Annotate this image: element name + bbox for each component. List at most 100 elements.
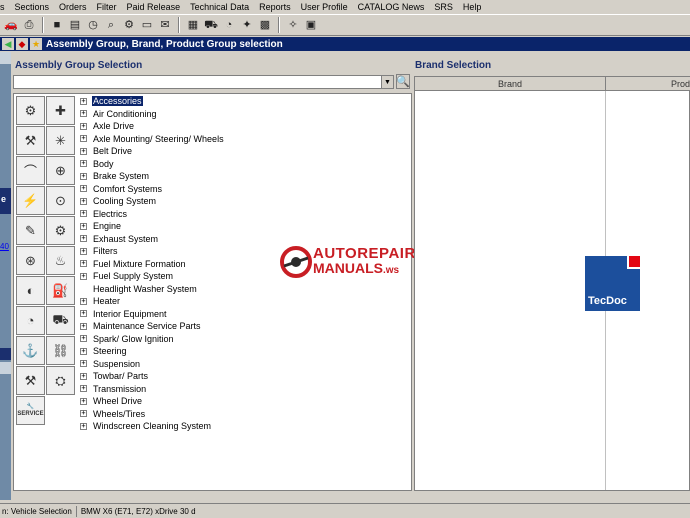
- tree-item-label[interactable]: Interior Equipment: [92, 309, 168, 319]
- expand-plus-icon[interactable]: +: [80, 235, 87, 243]
- menu-item-srs[interactable]: SRS: [429, 0, 458, 14]
- product-column-header[interactable]: Prod: [606, 77, 690, 91]
- tree-item-label[interactable]: Headlight Washer System: [92, 284, 198, 294]
- assembly-group-dropdown[interactable]: ▼: [13, 75, 394, 89]
- new-icon[interactable]: ▣: [303, 17, 319, 33]
- expand-plus-icon[interactable]: +: [80, 122, 87, 130]
- tree-item[interactable]: + Fuel Mixture Formation: [80, 258, 225, 271]
- expand-plus-icon[interactable]: +: [80, 197, 87, 205]
- search-doc-icon[interactable]: ⌕: [103, 17, 119, 33]
- expand-plus-icon[interactable]: +: [80, 160, 87, 168]
- expand-plus-icon[interactable]: +: [80, 135, 87, 143]
- expand-plus-icon[interactable]: +: [80, 372, 87, 380]
- expand-plus-icon[interactable]: +: [80, 360, 87, 368]
- tree-item-label[interactable]: Windscreen Cleaning System: [92, 421, 212, 431]
- tree-item[interactable]: + Axle Mounting/ Steering/ Wheels: [80, 133, 225, 146]
- tree-item-label[interactable]: Comfort Systems: [92, 184, 163, 194]
- expand-plus-icon[interactable]: +: [80, 422, 87, 430]
- tree-item-label[interactable]: Air Conditioning: [92, 109, 158, 119]
- assembly-group-icon-12[interactable]: ♨: [46, 246, 75, 275]
- service-group-icon[interactable]: 🔧 SERVICE: [16, 396, 45, 425]
- card-icon[interactable]: ▭: [139, 17, 155, 33]
- favorite-icon[interactable]: ★: [30, 38, 42, 50]
- tree-item-label[interactable]: Cooling System: [92, 196, 157, 206]
- assembly-group-icon-2[interactable]: ✚: [46, 96, 75, 125]
- menu-item-paid-release[interactable]: Paid Release: [122, 0, 186, 14]
- grid-icon[interactable]: ▩: [257, 17, 273, 33]
- tree-item-label[interactable]: Transmission: [92, 384, 147, 394]
- tree-item-label[interactable]: Accessories: [92, 96, 143, 107]
- expand-plus-icon[interactable]: +: [80, 385, 87, 393]
- star-icon[interactable]: ✧: [285, 17, 301, 33]
- tree-item-label[interactable]: Fuel Mixture Formation: [92, 259, 187, 269]
- tree-item[interactable]: + Heater: [80, 295, 225, 308]
- tree-item[interactable]: + Electrics: [80, 208, 225, 221]
- tree-item[interactable]: + Accessories: [80, 95, 225, 108]
- tree-item[interactable]: + Steering: [80, 345, 225, 358]
- assembly-group-icon-4[interactable]: ✳: [46, 126, 75, 155]
- tree-item[interactable]: + Axle Drive: [80, 120, 225, 133]
- tree-item-label[interactable]: Axle Drive: [92, 121, 135, 131]
- strip-link[interactable]: 40: [0, 242, 9, 251]
- tree-item[interactable]: + Suspension: [80, 358, 225, 371]
- tree-item-label[interactable]: Maintenance Service Parts: [92, 321, 202, 331]
- expand-plus-icon[interactable]: +: [80, 297, 87, 305]
- truck-icon[interactable]: ⛟: [203, 17, 219, 33]
- tree-item-label[interactable]: Electrics: [92, 209, 128, 219]
- assembly-group-icon-14[interactable]: ⛽: [46, 276, 75, 305]
- stop-icon[interactable]: ■: [49, 17, 65, 33]
- chart-icon[interactable]: ▦: [185, 17, 201, 33]
- tree-item[interactable]: + Belt Drive: [80, 145, 225, 158]
- expand-plus-icon[interactable]: +: [80, 335, 87, 343]
- assembly-group-icon-17[interactable]: ⚓: [16, 336, 45, 365]
- expand-plus-icon[interactable]: +: [80, 410, 87, 418]
- assembly-group-icon-10[interactable]: ⚙: [46, 216, 75, 245]
- tree-item[interactable]: + Brake System: [80, 170, 225, 183]
- expand-plus-icon[interactable]: +: [80, 210, 87, 218]
- tree-item-label[interactable]: Axle Mounting/ Steering/ Wheels: [92, 134, 225, 144]
- assembly-group-icon-20[interactable]: ⛭: [46, 366, 75, 395]
- expand-plus-icon[interactable]: +: [80, 110, 87, 118]
- tree-item[interactable]: + Fuel Supply System: [80, 270, 225, 283]
- tree-item[interactable]: + Exhaust System: [80, 233, 225, 246]
- menu-item-sections[interactable]: Sections: [10, 0, 55, 14]
- expand-plus-icon[interactable]: +: [80, 185, 87, 193]
- printer-icon[interactable]: ⎙: [21, 17, 37, 33]
- tree-item-label[interactable]: Body: [92, 159, 115, 169]
- tree-item-label[interactable]: Towbar/ Parts: [92, 371, 149, 381]
- expand-plus-icon[interactable]: +: [80, 260, 87, 268]
- mail-icon[interactable]: ✉: [157, 17, 173, 33]
- assembly-group-icon-13[interactable]: ◐: [16, 276, 45, 305]
- tree-item-label[interactable]: Fuel Supply System: [92, 271, 174, 281]
- tree-item-label[interactable]: Suspension: [92, 359, 141, 369]
- tree-item[interactable]: + Filters: [80, 245, 225, 258]
- tree-item-label[interactable]: Spark/ Glow Ignition: [92, 334, 175, 344]
- assembly-group-icon-11[interactable]: ⊛: [16, 246, 45, 275]
- assembly-group-icon-6[interactable]: ⊕: [46, 156, 75, 185]
- tree-item-label[interactable]: Wheels/Tires: [92, 409, 146, 419]
- spark-icon[interactable]: ✦: [239, 17, 255, 33]
- menu-item-help[interactable]: Help: [458, 0, 487, 14]
- tree-item-label[interactable]: Exhaust System: [92, 234, 159, 244]
- brand-column-header[interactable]: Brand: [415, 77, 606, 91]
- clock-icon[interactable]: ◷: [85, 17, 101, 33]
- back-arrow-icon[interactable]: ◀: [2, 38, 14, 50]
- tree-item[interactable]: Headlight Washer System: [80, 283, 225, 296]
- expand-plus-icon[interactable]: +: [80, 310, 87, 318]
- forward-arrow-icon[interactable]: ◆: [16, 38, 28, 50]
- menu-item-orders[interactable]: Orders: [54, 0, 92, 14]
- tree-item[interactable]: + Air Conditioning: [80, 108, 225, 121]
- assembly-group-icon-9[interactable]: ✎: [16, 216, 45, 245]
- chevron-down-icon[interactable]: ▼: [381, 76, 393, 88]
- menu-item-user-profile[interactable]: User Profile: [296, 0, 353, 14]
- tree-item-label[interactable]: Engine: [92, 221, 122, 231]
- tree-item[interactable]: + Towbar/ Parts: [80, 370, 225, 383]
- assembly-group-icon-8[interactable]: ⊙: [46, 186, 75, 215]
- expand-plus-icon[interactable]: +: [80, 247, 87, 255]
- assembly-group-icon-5[interactable]: ⌒: [16, 156, 45, 185]
- menu-item-filter[interactable]: Filter: [92, 0, 122, 14]
- assembly-group-icon-16[interactable]: ⛟: [46, 306, 75, 335]
- search-button[interactable]: 🔍: [396, 74, 410, 89]
- assembly-group-icon-3[interactable]: ⚒: [16, 126, 45, 155]
- pie-icon[interactable]: ◔: [221, 17, 237, 33]
